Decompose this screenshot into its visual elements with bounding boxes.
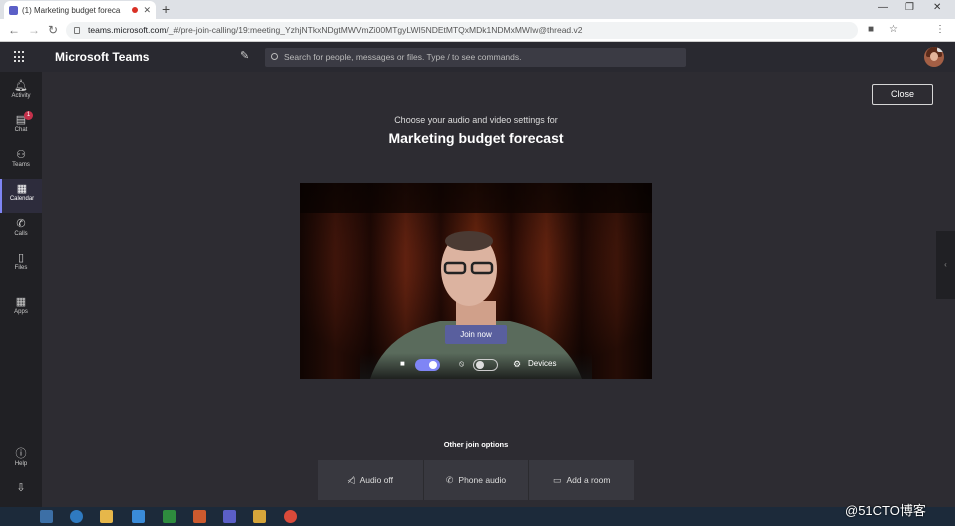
rail-item-files[interactable]: ▯ Files bbox=[0, 248, 42, 280]
app-launcher-icon[interactable] bbox=[14, 51, 26, 63]
room-icon: ▭ bbox=[552, 474, 562, 485]
mic-muted-icon: ⦸ bbox=[459, 359, 465, 368]
download-app-button[interactable]: ⇩ bbox=[0, 478, 42, 510]
reload-icon[interactable]: ↻ bbox=[48, 22, 58, 38]
edge-icon[interactable] bbox=[70, 510, 83, 523]
other-join-options: ◁̸ Audio off ✆ Phone audio ▭ Add a room bbox=[318, 460, 634, 500]
calendar-icon: ▦ bbox=[16, 183, 28, 195]
user-avatar[interactable] bbox=[924, 47, 944, 67]
search-placeholder: Search for people, messages or files. Ty… bbox=[284, 52, 522, 62]
file-explorer-icon[interactable] bbox=[100, 510, 113, 523]
add-room-label: Add a room bbox=[566, 475, 611, 485]
app-title: Microsoft Teams bbox=[55, 50, 150, 64]
rail-label-chat: Chat bbox=[14, 127, 28, 133]
camera-toggle[interactable] bbox=[415, 359, 440, 371]
back-icon[interactable]: ← bbox=[8, 22, 20, 38]
taskbar-app-icon[interactable] bbox=[132, 510, 145, 523]
rail-label-files: Files bbox=[14, 265, 28, 271]
rail-label-calendar: Calendar bbox=[9, 196, 35, 202]
rail-item-activity[interactable]: 🔔︎ Activity bbox=[0, 76, 42, 108]
apps-icon: ▦ bbox=[15, 296, 27, 308]
help-icon: ⓘ bbox=[15, 448, 27, 460]
browser-tab-strip: (1) Marketing budget foreca ✕ + — ❐ ✕ bbox=[0, 0, 955, 19]
join-now-button[interactable]: Join now bbox=[445, 325, 507, 344]
bookmark-star-icon[interactable]: ☆ bbox=[889, 24, 898, 35]
search-icon bbox=[271, 53, 278, 60]
phone-audio-label: Phone audio bbox=[458, 475, 507, 485]
meeting-title: Marketing budget forecast bbox=[388, 130, 564, 146]
chat-icon: ▤ bbox=[15, 114, 27, 126]
close-window-icon[interactable]: ✕ bbox=[933, 2, 941, 13]
rail-label-calls: Calls bbox=[14, 231, 28, 237]
audio-off-option[interactable]: ◁̸ Audio off bbox=[318, 460, 423, 500]
rail-item-calls[interactable]: ✆ Calls bbox=[0, 214, 42, 246]
chat-unread-badge: 1 bbox=[24, 111, 33, 120]
restore-window-icon[interactable]: ❐ bbox=[905, 2, 914, 13]
teams-icon: ⚇ bbox=[16, 149, 26, 161]
rail-item-apps[interactable]: ▦ Apps bbox=[0, 292, 42, 324]
side-panel-handle[interactable]: ‹ bbox=[936, 231, 955, 299]
mic-toggle[interactable] bbox=[473, 359, 498, 371]
camera-icon: ■ bbox=[400, 359, 405, 368]
bell-icon: 🔔︎ bbox=[14, 80, 28, 92]
rail-label-activity: Activity bbox=[11, 93, 31, 99]
other-join-options-title: Other join options bbox=[443, 440, 509, 449]
rail-item-calendar[interactable]: ▦ Calendar bbox=[0, 179, 42, 213]
download-desktop-icon: ⇩ bbox=[16, 482, 26, 494]
forward-icon[interactable]: → bbox=[28, 22, 40, 38]
prejoin-subtitle: Choose your audio and video settings for bbox=[394, 115, 558, 125]
address-bar-row: ← → ↻ teams.microsoft.com/_#/pre-join-ca… bbox=[0, 19, 955, 55]
taskbar-app-icon[interactable] bbox=[253, 510, 266, 523]
windows-taskbar bbox=[0, 507, 955, 526]
new-chat-icon[interactable]: ✎ bbox=[240, 49, 249, 62]
phone-icon: ✆ bbox=[445, 474, 454, 485]
status-icon bbox=[937, 47, 944, 52]
watermark: @51CTO博客 bbox=[845, 503, 926, 518]
speaker-off-icon: ◁̸ bbox=[347, 474, 355, 485]
browser-menu-icon[interactable]: ⋮ bbox=[935, 24, 945, 35]
rail-label-help: Help bbox=[14, 461, 28, 467]
camera-preview: Join now ■ ⦸ ⚙ Devices bbox=[300, 183, 652, 379]
camera-in-use-icon[interactable]: ■ bbox=[868, 24, 874, 35]
url-field[interactable]: teams.microsoft.com/_#/pre-join-calling/… bbox=[66, 22, 858, 39]
browser-tab-title: (1) Marketing budget foreca bbox=[22, 5, 121, 15]
chrome-icon[interactable] bbox=[284, 510, 297, 523]
phone-audio-option[interactable]: ✆ Phone audio bbox=[422, 460, 529, 500]
url-host: teams.microsoft.com bbox=[88, 25, 167, 35]
rail-item-teams[interactable]: ⚇ Teams bbox=[0, 145, 42, 177]
taskbar-app-icon[interactable] bbox=[163, 510, 176, 523]
recording-dot-icon bbox=[132, 7, 139, 13]
close-tab-icon[interactable]: ✕ bbox=[143, 5, 151, 16]
rail-item-help[interactable]: ⓘ Help bbox=[0, 444, 42, 476]
av-controls-bar: ■ ⦸ ⚙ Devices bbox=[360, 353, 592, 379]
camera-preview-image bbox=[300, 183, 652, 379]
minimize-window-icon[interactable]: — bbox=[878, 2, 888, 13]
close-button[interactable]: Close bbox=[872, 84, 933, 105]
taskbar-app-icon[interactable] bbox=[40, 510, 53, 523]
settings-gear-icon: ⚙ bbox=[513, 359, 522, 369]
file-icon: ▯ bbox=[17, 252, 25, 264]
add-room-option[interactable]: ▭ Add a room bbox=[528, 460, 634, 500]
browser-tab[interactable]: (1) Marketing budget foreca ✕ bbox=[4, 1, 156, 19]
new-tab-button[interactable]: + bbox=[162, 1, 170, 17]
rail-item-chat[interactable]: ▤ Chat 1 bbox=[0, 110, 42, 142]
lock-icon bbox=[74, 27, 80, 34]
teams-favicon-icon bbox=[9, 5, 18, 15]
app-rail: 🔔︎ Activity ▤ Chat 1 ⚇ Teams ▦ Calendar … bbox=[0, 72, 42, 507]
rail-label-apps: Apps bbox=[14, 309, 28, 315]
search-input[interactable]: Search for people, messages or files. Ty… bbox=[265, 48, 686, 67]
taskbar-app-icon[interactable] bbox=[193, 510, 206, 523]
teams-taskbar-icon[interactable] bbox=[223, 510, 236, 523]
rail-label-teams: Teams bbox=[12, 162, 30, 168]
devices-button[interactable]: Devices bbox=[528, 359, 556, 368]
teams-top-bar: Microsoft Teams ✎ Search for people, mes… bbox=[0, 42, 955, 72]
phone-icon: ✆ bbox=[16, 218, 26, 230]
prejoin-stage: Close Choose your audio and video settin… bbox=[42, 72, 955, 507]
audio-off-label: Audio off bbox=[359, 475, 393, 485]
url-path: /_#/pre-join-calling/19:meeting_YzhjNTkx… bbox=[166, 25, 583, 35]
